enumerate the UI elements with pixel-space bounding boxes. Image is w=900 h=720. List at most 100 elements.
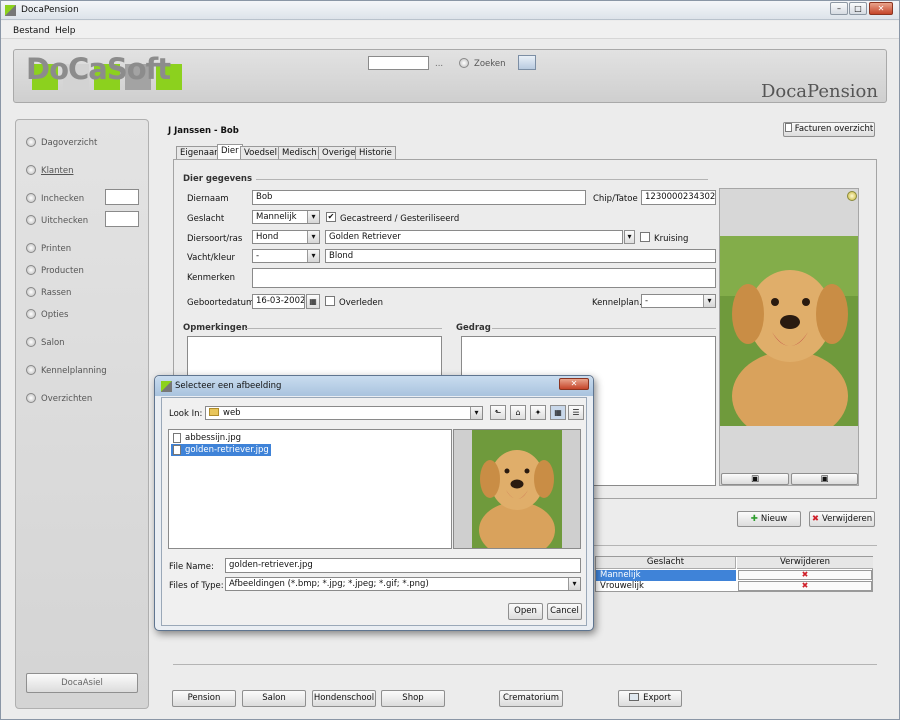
arrow-icon: [26, 393, 36, 403]
geboortedatum-input[interactable]: 16-03-2002: [252, 294, 305, 309]
row-delete-button[interactable]: ✖: [738, 581, 872, 591]
details-view-icon[interactable]: ☰: [568, 405, 584, 420]
filename-label: File Name:: [169, 562, 214, 572]
dialog-title-bar: Selecteer een afbeelding ✕: [155, 376, 593, 396]
uitchecken-input[interactable]: [105, 211, 139, 227]
export-icon: [629, 693, 640, 701]
kleur-input[interactable]: Blond: [325, 249, 716, 263]
export-button[interactable]: Export: [618, 690, 682, 707]
section-dier-gegevens: Dier gegevens: [183, 174, 253, 184]
kruising-checkbox[interactable]: [640, 232, 650, 242]
arrow-icon: [26, 337, 36, 347]
image-preview: [453, 429, 581, 549]
kennelplan-select[interactable]: -: [641, 294, 716, 308]
photo-add-button[interactable]: ▣: [721, 473, 789, 485]
list-view-icon[interactable]: ▦: [550, 405, 566, 420]
salon-button[interactable]: Salon: [242, 690, 306, 707]
zoom-icon[interactable]: [847, 191, 857, 201]
brand-title: DocaPension: [760, 81, 878, 102]
overleden-checkbox[interactable]: [325, 296, 335, 306]
search-input[interactable]: [368, 56, 429, 70]
maximize-button[interactable]: □: [849, 2, 867, 15]
list-item[interactable]: golden-retriever.jpg: [171, 444, 271, 456]
geslacht-label: Geslacht: [187, 214, 225, 224]
table-row[interactable]: Mannelijk: [596, 570, 736, 581]
open-button[interactable]: Open: [508, 603, 543, 620]
up-folder-icon[interactable]: ⬑: [490, 405, 506, 420]
vacht-select[interactable]: -: [252, 249, 320, 263]
arrow-icon: [26, 287, 36, 297]
shop-button[interactable]: Shop: [381, 690, 445, 707]
docaasiel-button[interactable]: DocaAsiel: [26, 673, 138, 693]
lookin-select[interactable]: web: [205, 406, 483, 420]
divider: [173, 664, 877, 665]
search-arrow-icon[interactable]: [459, 58, 469, 68]
kenmerken-input[interactable]: [252, 268, 716, 288]
menu-bestand[interactable]: Bestand: [13, 26, 50, 36]
sidebar-item-overzichten[interactable]: Overzichten: [26, 393, 92, 404]
sidebar-item-producten[interactable]: Producten: [26, 265, 84, 276]
tab-voedsel[interactable]: Voedsel: [240, 146, 281, 159]
title-bar: DocaPension – □ ✕: [1, 1, 899, 20]
crematorium-button[interactable]: Crematorium: [499, 690, 563, 707]
new-folder-icon[interactable]: ✦: [530, 405, 546, 420]
gecastreerd-checkbox[interactable]: ✔: [326, 212, 336, 222]
minimize-button[interactable]: –: [830, 2, 848, 15]
verwijderen-button[interactable]: ✖ Verwijderen: [809, 511, 875, 527]
tab-dier[interactable]: Dier: [217, 144, 243, 159]
ras-dropdown-arrow[interactable]: ▾: [624, 230, 635, 244]
list-item[interactable]: abbessijn.jpg: [171, 432, 243, 444]
sidebar-item-kennelplanning[interactable]: Kennelplanning: [26, 365, 107, 376]
pension-button[interactable]: Pension: [172, 690, 236, 707]
facturen-button[interactable]: Facturen overzicht: [783, 122, 875, 137]
inchecken-input[interactable]: [105, 189, 139, 205]
geslacht-select[interactable]: Mannelijk: [252, 210, 320, 224]
kruising-label: Kruising: [654, 234, 689, 244]
animal-photo-panel: ▣ ▣: [719, 188, 859, 486]
diersoort-select[interactable]: Hond: [252, 230, 320, 244]
gecastreerd-label: Gecastreerd / Gesteriliseerd: [340, 214, 460, 224]
table-row[interactable]: Vrouwelijk: [596, 581, 736, 592]
arrow-icon: [26, 309, 36, 319]
tab-historie[interactable]: Historie: [355, 146, 396, 159]
sidebar-item-printen[interactable]: Printen: [26, 243, 71, 254]
header-banner: DoCaSoft ... Zoeken DocaPension: [13, 49, 887, 103]
table-header-verwijderen: Verwijderen: [737, 557, 873, 569]
search-label[interactable]: Zoeken: [474, 59, 506, 69]
filetype-label: Files of Type:: [169, 581, 224, 591]
cancel-button[interactable]: Cancel: [547, 603, 582, 620]
sidebar-item-uitchecken[interactable]: Uitchecken: [26, 215, 88, 226]
lookin-label: Look In:: [169, 409, 203, 419]
vacht-label: Vacht/kleur: [187, 253, 236, 263]
sidebar-item-inchecken[interactable]: Inchecken: [26, 193, 84, 204]
dialog-title: Selecteer een afbeelding: [175, 381, 282, 391]
sidebar-item-opties[interactable]: Opties: [26, 309, 68, 320]
menu-help[interactable]: Help: [55, 26, 76, 36]
row-delete-button[interactable]: ✖: [738, 570, 872, 580]
tab-eigenaar[interactable]: Eigenaar: [176, 146, 222, 159]
sidebar-item-klanten[interactable]: Klanten: [26, 165, 73, 176]
photo-remove-button[interactable]: ▣: [791, 473, 858, 485]
diernaam-input[interactable]: Bob: [252, 190, 586, 205]
sidebar-item-rassen[interactable]: Rassen: [26, 287, 71, 298]
sidebar-item-dagoverzicht[interactable]: Dagoverzicht: [26, 137, 97, 148]
folder-icon: [209, 408, 219, 416]
hondenschool-button[interactable]: Hondenschool: [312, 690, 376, 707]
nieuw-button[interactable]: ✚ Nieuw: [737, 511, 801, 527]
tab-medisch[interactable]: Medisch: [278, 146, 321, 159]
chip-input[interactable]: 123000023430233: [641, 190, 716, 205]
calendar-icon[interactable]: ▦: [306, 294, 320, 309]
filename-input[interactable]: golden-retriever.jpg: [225, 558, 581, 573]
ras-input[interactable]: Golden Retriever: [325, 230, 623, 244]
search-ellipsis[interactable]: ...: [435, 59, 443, 69]
divider: [246, 328, 442, 329]
close-button[interactable]: ✕: [869, 2, 893, 15]
home-folder-icon[interactable]: ⌂: [510, 405, 526, 420]
app-icon: [161, 381, 172, 392]
search-options-icon[interactable]: [518, 55, 536, 70]
filetype-select[interactable]: Afbeeldingen (*.bmp; *.jpg; *.jpeg; *.gi…: [225, 577, 581, 591]
sidebar-item-salon[interactable]: Salon: [26, 337, 65, 348]
dialog-close-button[interactable]: ✕: [559, 378, 589, 390]
tab-overige[interactable]: Overige: [318, 146, 360, 159]
arrow-icon: [26, 165, 36, 175]
